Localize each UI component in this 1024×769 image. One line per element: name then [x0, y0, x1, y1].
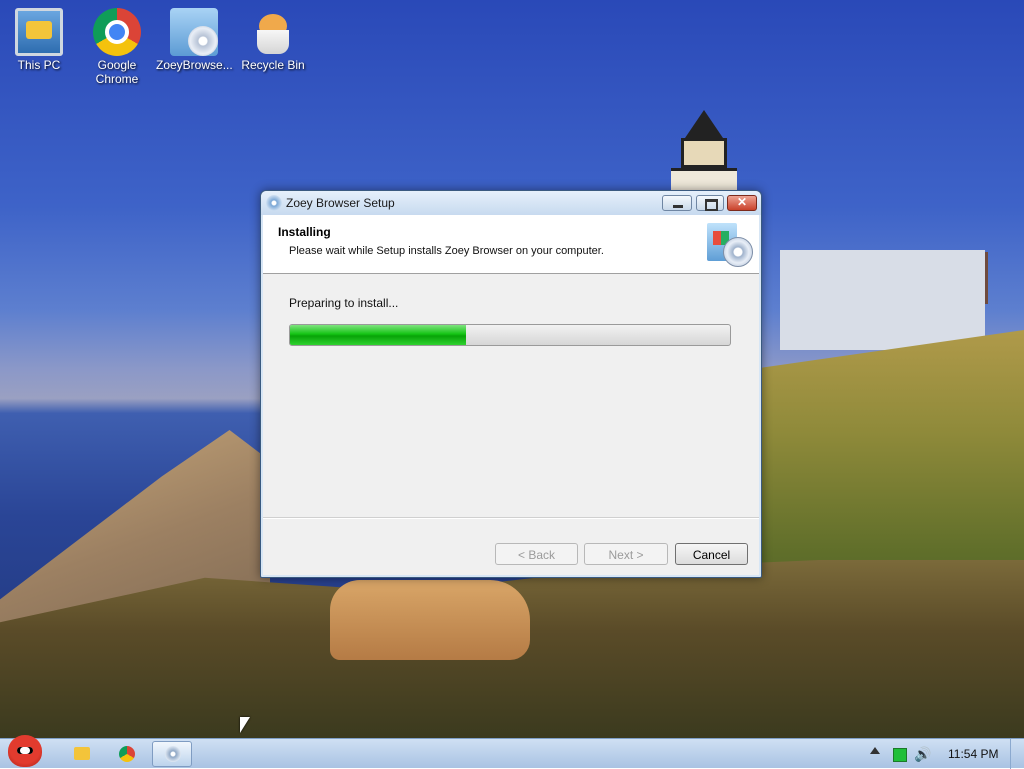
progress-fill [290, 325, 466, 345]
clock[interactable]: 11:54 PM [948, 747, 998, 761]
header-panel: Installing Please wait while Setup insta… [263, 215, 759, 274]
network-icon[interactable] [893, 748, 907, 762]
desktop-icon-recycle-bin[interactable]: Recycle Bin [235, 8, 311, 72]
show-desktop-button[interactable] [1010, 739, 1024, 769]
desktop-icon-label: This PC [17, 58, 61, 72]
wallpaper-rock [330, 580, 530, 660]
desktop-icon-this-pc[interactable]: This PC [1, 8, 77, 72]
page-title: Installing [278, 225, 331, 239]
installer-icon [170, 8, 218, 56]
back-button[interactable]: < Back [495, 543, 578, 565]
wallpaper-lighthouse [667, 110, 741, 193]
footer-divider [263, 517, 759, 519]
mouse-cursor [240, 717, 250, 733]
volume-icon[interactable]: 🔊 [914, 746, 931, 762]
desktop-icon-zoeybrowser[interactable]: ZoeyBrowse... [156, 8, 233, 72]
maximize-button[interactable] [696, 195, 724, 211]
start-button[interactable] [2, 733, 48, 769]
desktop-icon-label: Google Chrome [95, 58, 139, 86]
desktop-icon-google-chrome[interactable]: Google Chrome [79, 8, 155, 86]
taskbar: 🔊 11:54 PM [0, 735, 1024, 769]
setup-dialog: Zoey Browser Setup ✕ Installing Please w… [260, 190, 762, 578]
cancel-button[interactable]: Cancel [675, 543, 748, 565]
chrome-icon [93, 8, 141, 56]
taskbar-zoey-setup[interactable] [152, 741, 192, 767]
window-title: Zoey Browser Setup [286, 196, 395, 210]
desktop-icon-label: ZoeyBrowse... [156, 58, 233, 72]
progress-bar [289, 324, 731, 346]
minimize-button[interactable] [662, 195, 692, 211]
dialog-body: Installing Please wait while Setup insta… [263, 215, 759, 575]
page-subtitle: Please wait while Setup installs Zoey Br… [289, 245, 604, 257]
taskbar-file-explorer[interactable] [62, 741, 102, 767]
desktop-icon-label: Recycle Bin [241, 58, 305, 72]
computer-icon [15, 8, 63, 56]
show-hidden-icons-arrow-icon[interactable] [870, 747, 880, 754]
angry-bird-start-icon [8, 735, 42, 767]
recycle-bin-icon [249, 8, 297, 56]
close-button[interactable]: ✕ [727, 195, 757, 211]
installer-disc-icon [705, 219, 753, 267]
title-bar[interactable]: Zoey Browser Setup ✕ [261, 191, 761, 215]
setup-app-icon [266, 195, 282, 211]
next-button[interactable]: Next > [584, 543, 668, 565]
taskbar-chrome[interactable] [107, 741, 147, 767]
status-text: Preparing to install... [289, 296, 399, 310]
wallpaper-house [780, 250, 985, 350]
